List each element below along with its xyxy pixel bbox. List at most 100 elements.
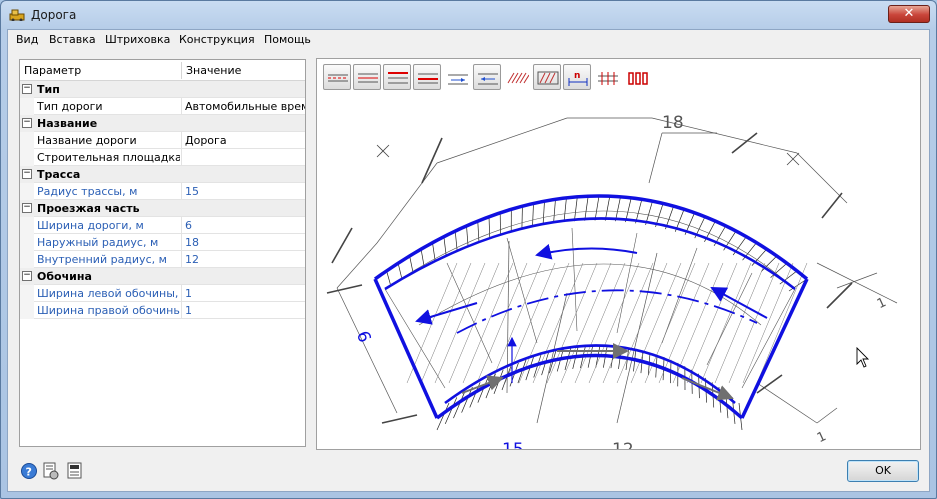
dim-route-label: 15 <box>502 440 524 449</box>
property-grid-header: Параметр Значение <box>20 60 305 81</box>
property-row[interactable]: Ширина дороги, м 6 <box>20 217 305 234</box>
property-name: Название дороги <box>37 134 137 147</box>
property-name: Ширина правой обочины, м <box>37 304 180 317</box>
property-name: Радиус трассы, м <box>37 185 138 198</box>
property-row[interactable]: Ширина правой обочины, м 1 <box>20 302 305 319</box>
hatch-tick <box>532 203 534 227</box>
property-value[interactable]: 18 <box>185 236 305 249</box>
three-line-red-icon <box>358 73 378 83</box>
property-section[interactable]: − Проезжая часть <box>20 200 305 217</box>
property-value[interactable]: Автомобильные врем... <box>185 100 305 113</box>
toolbar-button-arrow-left-lane[interactable] <box>473 64 501 90</box>
row-separator <box>181 251 182 268</box>
toolbar-button-two-lane-red[interactable] <box>323 64 351 90</box>
row-separator <box>181 149 182 166</box>
row-gutter <box>20 98 34 115</box>
title-bar[interactable]: Дорога ✕ <box>1 1 936 29</box>
collapse-icon[interactable]: − <box>22 271 32 281</box>
hatch-line <box>602 262 654 384</box>
menu-hatching[interactable]: Штриховка <box>105 33 170 46</box>
property-section[interactable]: − Тип <box>20 81 305 98</box>
row-gutter <box>20 132 34 149</box>
property-section[interactable]: − Название <box>20 115 305 132</box>
hatch-line <box>686 262 738 384</box>
property-row[interactable]: Ширина левой обочины, м 1 <box>20 285 305 302</box>
hatch-tick <box>488 216 491 239</box>
column-header-value[interactable]: Значение <box>186 64 241 77</box>
toolbar-button-red-top-line[interactable] <box>383 64 411 90</box>
property-row[interactable]: Название дороги Дорога <box>20 132 305 149</box>
row-gutter <box>20 149 34 166</box>
toolbar-button-dimension-ticks[interactable] <box>593 64 621 90</box>
hatch-tick <box>584 196 589 221</box>
hatch-icon <box>507 72 529 84</box>
hatch-tick <box>432 242 436 261</box>
row-separator <box>181 183 182 200</box>
toolbar-button-red-center-line[interactable] <box>413 64 441 90</box>
row-gutter <box>20 285 34 302</box>
property-value[interactable]: 15 <box>185 185 305 198</box>
collapse-icon[interactable]: − <box>22 118 32 128</box>
dim-side-bottom-label: 1 <box>815 429 829 446</box>
property-row[interactable]: Строительная площадка <box>20 149 305 166</box>
property-name: Внутренний радиус, м <box>37 253 167 266</box>
extension-lines <box>336 117 898 424</box>
toolbar-button-arrow-right-lane[interactable] <box>443 64 471 90</box>
property-section[interactable]: − Трасса <box>20 166 305 183</box>
toolbar-button-dimension-n[interactable]: n <box>563 64 591 90</box>
settings-icon[interactable] <box>42 462 60 480</box>
property-row[interactable]: Внутренний радиус, м 12 <box>20 251 305 268</box>
column-header-param[interactable]: Параметр <box>24 64 81 77</box>
collapse-icon[interactable]: − <box>22 84 32 94</box>
hatch-tick <box>397 263 402 278</box>
drawing-toolbar: n <box>323 64 663 90</box>
property-row[interactable]: Радиус трассы, м 15 <box>20 183 305 200</box>
dimension-labels: 18 6 15 12 1 1 <box>352 113 889 449</box>
hatch-tick <box>409 255 414 272</box>
collapse-icon[interactable]: − <box>22 169 32 179</box>
hatch-tick <box>553 199 556 224</box>
hatch-tick <box>386 270 391 285</box>
property-row[interactable]: Наружный радиус, м 18 <box>20 234 305 251</box>
dim-inner-label: 12 <box>612 440 634 449</box>
column-separator[interactable] <box>181 62 182 79</box>
section-label: Трасса <box>37 168 81 181</box>
property-value[interactable]: 12 <box>185 253 305 266</box>
toolbar-button-hatch[interactable] <box>503 64 531 90</box>
hatch-line <box>756 262 808 384</box>
property-row[interactable]: Тип дороги Автомобильные врем... <box>20 98 305 115</box>
hatch-line <box>658 262 710 384</box>
menu-view[interactable]: Вид <box>16 33 38 46</box>
section-label: Проезжая часть <box>37 202 140 215</box>
ok-button[interactable]: OK <box>847 460 919 482</box>
hatch-tick <box>563 197 567 223</box>
row-gutter <box>20 217 34 234</box>
menu-insert[interactable]: Вставка <box>49 33 96 46</box>
row-gutter <box>20 183 34 200</box>
toolbar-button-red-bars[interactable] <box>623 64 651 90</box>
hatch-line <box>434 262 486 384</box>
svg-text:?: ? <box>26 466 32 479</box>
property-section[interactable]: − Обочина <box>20 268 305 285</box>
property-name: Ширина дороги, м <box>37 219 144 232</box>
property-value[interactable]: 1 <box>185 287 305 300</box>
help-icon[interactable]: ? <box>20 462 38 480</box>
center-line <box>456 289 758 334</box>
collapse-icon[interactable]: − <box>22 203 32 213</box>
toolbar-button-hatch-bordered[interactable] <box>533 64 561 90</box>
menu-help[interactable]: Помощь <box>264 33 311 46</box>
text-icon[interactable] <box>66 462 84 480</box>
property-value[interactable]: Дорога <box>185 134 305 147</box>
hatch-tick <box>420 249 425 266</box>
hatch-line <box>462 262 514 384</box>
row-separator <box>181 98 182 115</box>
row-gutter <box>20 234 34 251</box>
dimension-n-icon: n <box>568 71 588 86</box>
property-value[interactable]: 1 <box>185 304 305 317</box>
row-separator <box>181 302 182 319</box>
close-button[interactable]: ✕ <box>888 5 930 23</box>
red-center-line-icon <box>418 73 438 84</box>
toolbar-button-three-line-red[interactable] <box>353 64 381 90</box>
property-value[interactable]: 6 <box>185 219 305 232</box>
menu-construction[interactable]: Конструкция <box>179 33 255 46</box>
